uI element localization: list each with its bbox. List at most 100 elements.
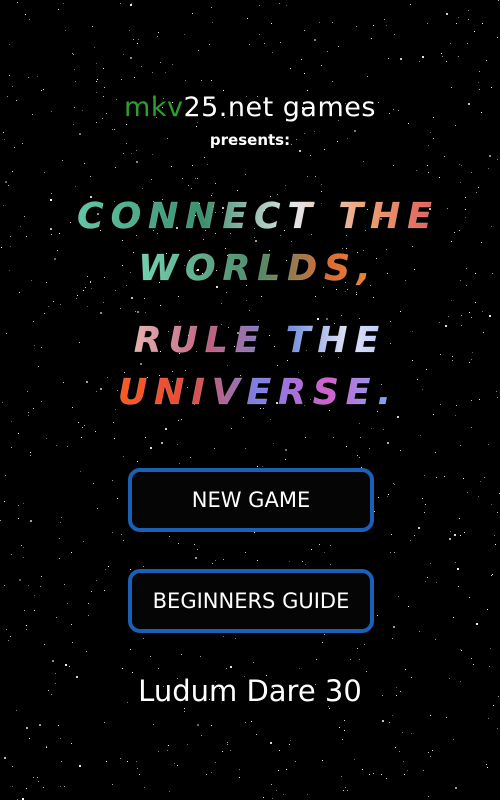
star (46, 746, 47, 747)
star (214, 448, 215, 449)
star (226, 668, 227, 669)
star (4, 757, 6, 759)
star (72, 53, 73, 54)
star (489, 666, 490, 667)
star (28, 77, 29, 78)
star (327, 51, 328, 52)
star (93, 483, 94, 484)
star (393, 483, 394, 484)
star (160, 62, 161, 63)
star (343, 790, 344, 791)
star (192, 165, 193, 166)
star (427, 577, 428, 578)
star (114, 438, 115, 439)
star (195, 557, 197, 559)
star (39, 724, 41, 726)
star (458, 586, 459, 587)
star (487, 767, 488, 768)
star (84, 163, 85, 164)
star (104, 722, 105, 723)
star (324, 634, 325, 635)
new-game-button[interactable]: NEW GAME (128, 468, 374, 532)
star (30, 520, 32, 522)
star (263, 797, 264, 798)
title-line-4: UNIVERSE. (118, 372, 398, 413)
ludum-dare-label: Ludum Dare 30 (138, 674, 362, 708)
star (127, 761, 128, 762)
star (23, 503, 24, 504)
star (286, 5, 287, 6)
star (330, 545, 331, 546)
star (450, 43, 451, 44)
beginners-guide-button[interactable]: BEGINNERS GUIDE (128, 569, 374, 633)
star (394, 552, 395, 553)
star (136, 161, 138, 163)
star (88, 615, 89, 616)
star (346, 446, 347, 447)
star (192, 13, 193, 14)
star (321, 65, 322, 66)
star (130, 4, 132, 6)
star (168, 745, 169, 746)
star (344, 720, 345, 721)
star (479, 89, 480, 90)
star (405, 669, 406, 670)
star (382, 720, 384, 722)
star (209, 44, 210, 45)
star (491, 504, 492, 505)
star (158, 32, 159, 33)
star (207, 164, 208, 165)
star (165, 428, 167, 430)
star (319, 22, 320, 23)
star (8, 640, 9, 641)
star (71, 624, 72, 625)
star (201, 735, 202, 736)
star (366, 671, 367, 672)
star (333, 437, 334, 438)
star (44, 172, 45, 173)
star (18, 518, 19, 519)
star (150, 656, 151, 657)
star (18, 505, 19, 506)
star (94, 47, 95, 48)
star (432, 750, 433, 751)
star (344, 730, 345, 731)
star (446, 61, 447, 62)
star (185, 80, 186, 81)
star (184, 711, 185, 712)
star (139, 774, 140, 775)
star (71, 743, 72, 744)
star (446, 717, 447, 718)
star (371, 428, 372, 429)
star (338, 46, 339, 47)
star (25, 14, 26, 15)
star (29, 738, 30, 739)
star (329, 708, 330, 709)
star (341, 776, 342, 777)
star (388, 494, 389, 495)
star (131, 3, 132, 4)
star (227, 742, 228, 743)
star (117, 498, 118, 499)
star (497, 37, 498, 38)
star (468, 19, 469, 20)
star (444, 476, 445, 477)
star (104, 590, 105, 591)
star (52, 660, 54, 662)
star (322, 760, 323, 761)
star (378, 497, 379, 498)
star (75, 81, 76, 82)
star (279, 750, 280, 751)
star (489, 155, 491, 157)
star (184, 708, 185, 709)
star (400, 450, 401, 451)
star (307, 176, 308, 177)
star (96, 63, 97, 64)
star (74, 69, 75, 70)
star (460, 535, 461, 536)
star (245, 552, 246, 553)
star (33, 777, 34, 778)
star (427, 23, 428, 24)
star (299, 150, 301, 152)
star (235, 638, 236, 639)
